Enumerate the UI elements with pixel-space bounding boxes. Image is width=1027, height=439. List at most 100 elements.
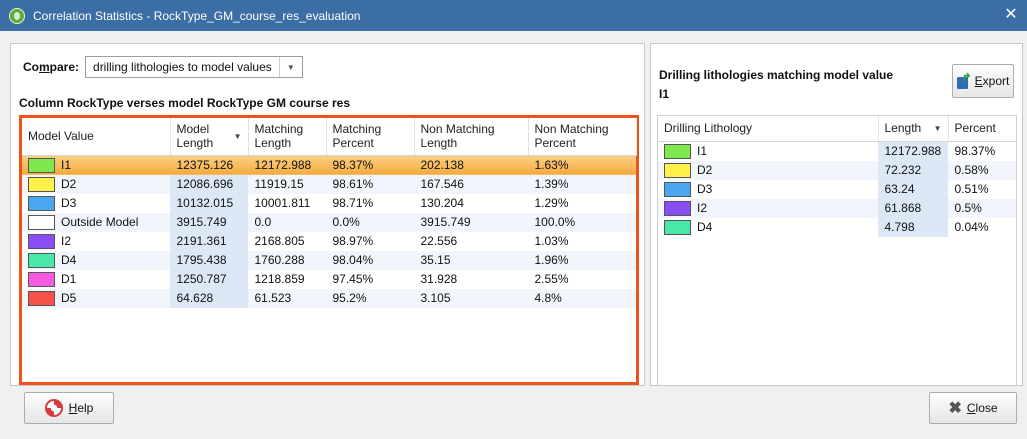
table-row[interactable]: I1 12375.126 12172.988 98.37% 202.138 1.63%: [22, 155, 636, 175]
model-length-cell: 1250.787: [170, 269, 248, 289]
color-swatch: [28, 195, 55, 211]
table-row[interactable]: D3 63.24 0.51%: [658, 179, 1016, 199]
export-button[interactable]: ↱ Export: [952, 64, 1014, 98]
matching-percent-cell: 95.2%: [326, 288, 414, 308]
color-swatch: [28, 271, 55, 287]
non-matching-percent-cell: 1.29%: [534, 196, 569, 210]
color-swatch: [664, 219, 691, 235]
table-row[interactable]: D3 10132.015 10001.811 98.71% 130.204 1.29%: [22, 193, 636, 213]
close-button[interactable]: ✖ Close: [929, 392, 1017, 424]
column-header-non-matching-length[interactable]: Non Matching Length: [414, 118, 529, 156]
window-close-button[interactable]: ✕: [1001, 5, 1021, 25]
model-value-name: D3: [61, 196, 77, 210]
lithology-heading: Drilling lithologies matching model valu…: [659, 66, 929, 104]
matching-percent-cell: 98.61%: [326, 174, 414, 194]
table-row[interactable]: I2 2191.361 2168.805 98.97% 22.556 1.03%: [22, 231, 636, 251]
color-swatch: [664, 162, 691, 178]
model-length-cell: 3915.749: [170, 212, 248, 232]
length-cell: 61.868: [878, 198, 948, 218]
model-length-cell: 64.628: [170, 288, 248, 308]
correlation-table: Model Value Model Length ▼ Matching Lengt…: [22, 118, 637, 308]
matching-percent-cell: 98.97%: [332, 234, 374, 248]
non-matching-percent-cell: 4.8%: [528, 288, 636, 308]
compare-label: Compare:: [23, 60, 80, 74]
table-row[interactable]: I2 61.868 0.5%: [658, 198, 1016, 218]
model-value-name: I2: [61, 234, 72, 248]
matching-length-cell: 11919.15: [248, 174, 326, 194]
lithology-cell: I1: [658, 141, 878, 161]
correlation-panel: Compare: drilling lithologies to model v…: [10, 43, 645, 386]
close-button-label: Close: [966, 401, 998, 415]
table-row[interactable]: I1 12172.988 98.37%: [658, 141, 1016, 161]
length-cell: 12172.988: [878, 141, 948, 161]
color-swatch: [28, 233, 55, 249]
help-button[interactable]: Help: [24, 392, 114, 424]
table-row[interactable]: D4 4.798 0.04%: [658, 217, 1016, 237]
app-icon: [9, 7, 25, 24]
color-swatch: [664, 143, 691, 159]
export-button-label: Export: [974, 74, 1010, 88]
lithology-heading-title: Drilling lithologies matching model valu…: [659, 68, 894, 82]
table-row[interactable]: Outside Model 3915.749 0.0 0.0% 3915.749 100.…: [22, 212, 636, 232]
column-header-length[interactable]: Length ▼: [878, 116, 949, 142]
chevron-down-icon[interactable]: ▼: [280, 57, 302, 77]
lithology-name: D4: [697, 220, 713, 234]
matching-length-cell: 2168.805: [254, 234, 305, 248]
table-row[interactable]: D4 1795.438 1760.288 98.04% 35.15 1.96%: [22, 250, 636, 270]
matching-percent-cell: 98.04%: [326, 250, 414, 270]
model-value-name: I1: [61, 158, 72, 172]
matching-percent-cell: 0.0%: [326, 212, 414, 232]
model-length-cell: 12086.696: [170, 174, 248, 194]
percent-cell: 0.58%: [948, 160, 1016, 180]
lithology-name: I2: [697, 201, 708, 215]
model-length-cell: 2191.361: [170, 231, 248, 251]
non-matching-length-cell: 22.556: [420, 234, 458, 248]
length-cell: 4.798: [878, 217, 948, 237]
window-title: Correlation Statistics - RockType_GM_cou…: [33, 8, 361, 23]
sort-arrow-icon: ▼: [233, 131, 242, 141]
model-value-cell: Outside Model: [22, 212, 170, 232]
non-matching-length-cell: 35.15: [414, 250, 528, 270]
table-row[interactable]: D1 1250.787 1218.859 97.45% 31.928 2.55%: [22, 269, 636, 289]
model-value-cell: D3: [22, 194, 170, 213]
lithology-table-frame: Drilling Lithology Length ▼ Percent I1 121…: [657, 115, 1017, 385]
model-length-cell: 12375.126: [170, 155, 248, 175]
non-matching-percent-cell: 1.39%: [528, 174, 636, 194]
model-length-cell: 1795.438: [170, 250, 248, 270]
color-swatch: [664, 181, 691, 197]
compare-dropdown-value: drilling lithologies to model values: [86, 57, 280, 77]
model-value-name: D4: [61, 253, 77, 267]
model-value-cell: D1: [22, 270, 170, 289]
non-matching-percent-cell: 1.03%: [534, 234, 569, 248]
non-matching-percent-cell: 1.96%: [528, 250, 636, 270]
matching-length-cell: 1218.859: [254, 272, 305, 286]
close-icon: ✖: [948, 400, 962, 417]
compare-row: Compare: drilling lithologies to model v…: [23, 56, 303, 78]
model-value-cell: D4: [22, 250, 170, 270]
lithology-cell: D2: [658, 160, 878, 180]
column-header-non-matching-percent[interactable]: Non Matching Percent: [528, 118, 637, 156]
column-header-matching-percent[interactable]: Matching Percent: [326, 118, 415, 156]
column-header-matching-length[interactable]: Matching Length: [248, 118, 327, 156]
length-cell: 72.232: [878, 160, 948, 180]
compare-dropdown[interactable]: drilling lithologies to model values ▼: [85, 56, 303, 78]
table-row[interactable]: D5 64.628 61.523 95.2% 3.105 4.8%: [22, 288, 636, 308]
percent-cell: 0.5%: [948, 198, 1016, 218]
correlation-table-heading: Column RockType verses model RockType GM…: [19, 96, 350, 110]
table-row[interactable]: D2 72.232 0.58%: [658, 160, 1016, 180]
non-matching-length-cell: 167.546: [414, 174, 528, 194]
non-matching-percent-cell: 2.55%: [534, 272, 569, 286]
dialog-body: Compare: drilling lithologies to model v…: [0, 31, 1027, 439]
column-header-drilling-lithology[interactable]: Drilling Lithology: [658, 116, 879, 142]
correlation-table-frame: Model Value Model Length ▼ Matching Lengt…: [19, 115, 639, 385]
model-value-cell: I1: [22, 155, 170, 175]
non-matching-length-cell: 31.928: [420, 272, 458, 286]
color-swatch: [28, 176, 55, 192]
matching-percent-cell: 98.37%: [326, 155, 414, 175]
length-cell: 63.24: [878, 179, 948, 199]
column-header-model-length[interactable]: Model Length ▼: [170, 118, 249, 156]
column-header-percent[interactable]: Percent: [948, 116, 1016, 142]
table-row[interactable]: D2 12086.696 11919.15 98.61% 167.546 1.39%: [22, 174, 636, 194]
column-header-model-value[interactable]: Model Value: [22, 118, 171, 156]
lithology-name: I1: [697, 144, 708, 158]
